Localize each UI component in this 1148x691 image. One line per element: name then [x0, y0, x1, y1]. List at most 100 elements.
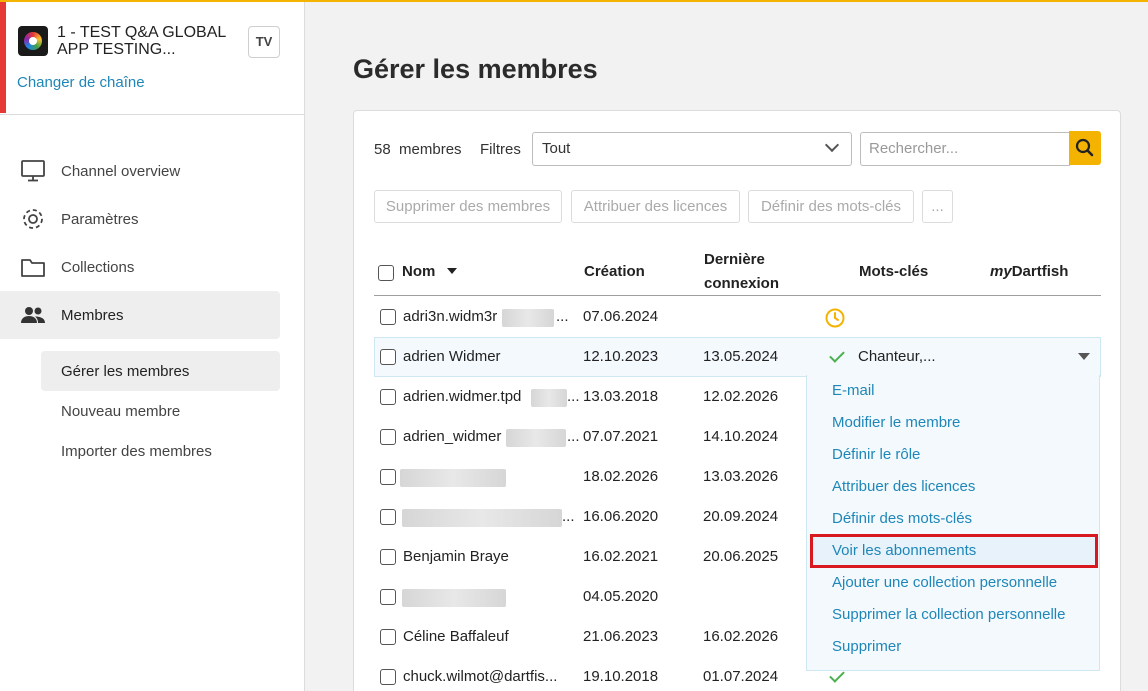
row-name: Céline Baffaleuf [403, 628, 509, 645]
redacted-text [400, 469, 506, 487]
row-name: Benjamin Braye [403, 548, 509, 565]
channel-name-line1: 1 - TEST Q&A GLOBAL [57, 24, 227, 41]
menu-item-edit-member[interactable]: Modifier le membre [807, 407, 1099, 439]
row-checkbox[interactable] [380, 629, 396, 645]
chevron-down-icon [824, 137, 840, 153]
menu-item-add-personal-collection[interactable]: Ajouter une collection personnelle [807, 567, 1099, 599]
channel-logo [18, 26, 48, 56]
sidebar-item-settings[interactable]: Paramètres [0, 195, 280, 243]
row-checkbox[interactable] [380, 589, 396, 605]
sidebar-item-label: Membres [61, 306, 124, 324]
row-keywords: Chanteur,... [858, 348, 936, 365]
row-name-ellipsis: ... [562, 508, 575, 525]
people-icon [20, 303, 46, 327]
select-all-checkbox[interactable] [378, 265, 394, 281]
delete-members-button[interactable]: Supprimer des membres [374, 190, 562, 223]
row-actions-menu: E-mail Modifier le membre Définir le rôl… [806, 375, 1100, 671]
sidebar-subitem-new-member[interactable]: Nouveau membre [41, 391, 280, 431]
row-created: 13.03.2018 [583, 388, 659, 405]
row-created: 16.02.2021 [583, 548, 659, 565]
channel-color-bar [0, 2, 6, 113]
menu-item-email[interactable]: E-mail [807, 375, 1099, 407]
menu-item-view-subscriptions[interactable]: Voir les abonnements [810, 534, 1098, 568]
row-last-login: 01.07.2024 [703, 668, 779, 685]
table-row[interactable]: adri3n.widm3r ... 07.06.2024 [374, 297, 1101, 337]
row-checkbox[interactable] [380, 429, 396, 445]
row-checkbox[interactable] [380, 389, 396, 405]
row-last-login: 14.10.2024 [703, 428, 779, 445]
column-header-name[interactable]: Nom [402, 260, 458, 284]
row-created: 19.10.2018 [583, 668, 659, 685]
gear-icon [20, 207, 46, 231]
row-checkbox[interactable] [380, 469, 396, 485]
sidebar-item-channel-overview[interactable]: Channel overview [0, 147, 280, 195]
sort-desc-icon [446, 268, 457, 274]
menu-item-set-role[interactable]: Définir le rôle [807, 439, 1099, 471]
menu-item-assign-licenses[interactable]: Attribuer des licences [807, 471, 1099, 503]
member-count: 58 membres [374, 141, 462, 158]
page-title: Gérer les membres [353, 54, 598, 84]
monitor-icon [20, 159, 46, 183]
mydartfish-my: my [990, 263, 1012, 280]
assign-licenses-button[interactable]: Attribuer des licences [571, 190, 740, 223]
column-header-name-label: Nom [402, 263, 436, 280]
column-header-last-login-line2: connexion [704, 275, 780, 292]
row-created: 21.06.2023 [583, 628, 659, 645]
row-checkbox[interactable] [380, 549, 396, 565]
filters-label: Filtres [480, 141, 521, 158]
row-name: adrien.widmer.tpd [403, 388, 522, 405]
search-input[interactable]: Rechercher... [860, 132, 1070, 166]
row-last-login: 13.05.2024 [703, 348, 779, 365]
set-keywords-button[interactable]: Définir des mots-clés [748, 190, 914, 223]
sidebar-item-label: Paramètres [61, 210, 139, 228]
more-actions-button[interactable]: ... [922, 190, 953, 223]
menu-item-delete[interactable]: Supprimer [807, 631, 1099, 663]
check-icon [829, 347, 845, 363]
members-submenu: Gérer les membres Nouveau membre Importe… [0, 351, 304, 471]
row-created: 16.06.2020 [583, 508, 659, 525]
channel-name-line2: APP TESTING... [57, 41, 176, 58]
menu-item-remove-personal-collection[interactable]: Supprimer la collection personnelle [807, 599, 1099, 631]
row-name-ellipsis: ... [567, 388, 580, 405]
row-name: adrien Widmer [403, 348, 501, 365]
row-name-ellipsis: ... [567, 428, 580, 445]
header-divider [374, 295, 1101, 296]
sidebar-subitem-import-members[interactable]: Importer des membres [41, 431, 280, 471]
redacted-text [531, 389, 567, 407]
sidebar: 1 - TEST Q&A GLOBAL APP TESTING... TV Ch… [0, 2, 305, 691]
row-created: 18.02.2026 [583, 468, 659, 485]
redacted-text [402, 509, 562, 527]
row-checkbox[interactable] [380, 349, 396, 365]
menu-item-set-keywords[interactable]: Définir des mots-clés [807, 503, 1099, 535]
row-created: 07.06.2024 [583, 308, 659, 325]
row-last-login: 12.02.2026 [703, 388, 779, 405]
folder-icon [20, 255, 46, 279]
search-button[interactable] [1069, 131, 1101, 165]
filter-select-value: Tout [542, 140, 571, 157]
sidebar-item-label: Channel overview [61, 162, 181, 180]
tv-button[interactable]: TV [248, 26, 280, 58]
caret-down-icon[interactable] [1078, 353, 1090, 361]
row-checkbox[interactable] [380, 669, 396, 685]
column-header-created[interactable]: Création [584, 260, 645, 284]
row-last-login: 13.03.2026 [703, 468, 779, 485]
sidebar-item-collections[interactable]: Collections [0, 243, 280, 291]
row-name: chuck.wilmot@dartfis... [403, 668, 558, 685]
redacted-text [502, 309, 554, 327]
column-header-keywords[interactable]: Mots-clés [859, 260, 928, 284]
row-name-ellipsis: ... [556, 308, 569, 325]
column-header-last-login[interactable]: Dernière connexion [704, 248, 779, 296]
redacted-text [506, 429, 566, 447]
row-created: 07.07.2021 [583, 428, 659, 445]
row-last-login: 20.09.2024 [703, 508, 779, 525]
column-header-mydartfish[interactable]: myDartfish [990, 260, 1068, 284]
change-channel-link[interactable]: Changer de chaîne [17, 74, 145, 91]
row-checkbox[interactable] [380, 509, 396, 525]
sidebar-subitem-manage-members[interactable]: Gérer les membres [41, 351, 280, 391]
table-row-selected[interactable]: adrien Widmer 12.10.2023 13.05.2024 Chan… [374, 337, 1101, 377]
row-checkbox[interactable] [380, 309, 396, 325]
filter-select[interactable]: Tout [532, 132, 852, 166]
sidebar-item-members[interactable]: Membres [0, 291, 280, 339]
row-name: adrien_widmer [403, 428, 502, 445]
row-last-login: 20.06.2025 [703, 548, 779, 565]
